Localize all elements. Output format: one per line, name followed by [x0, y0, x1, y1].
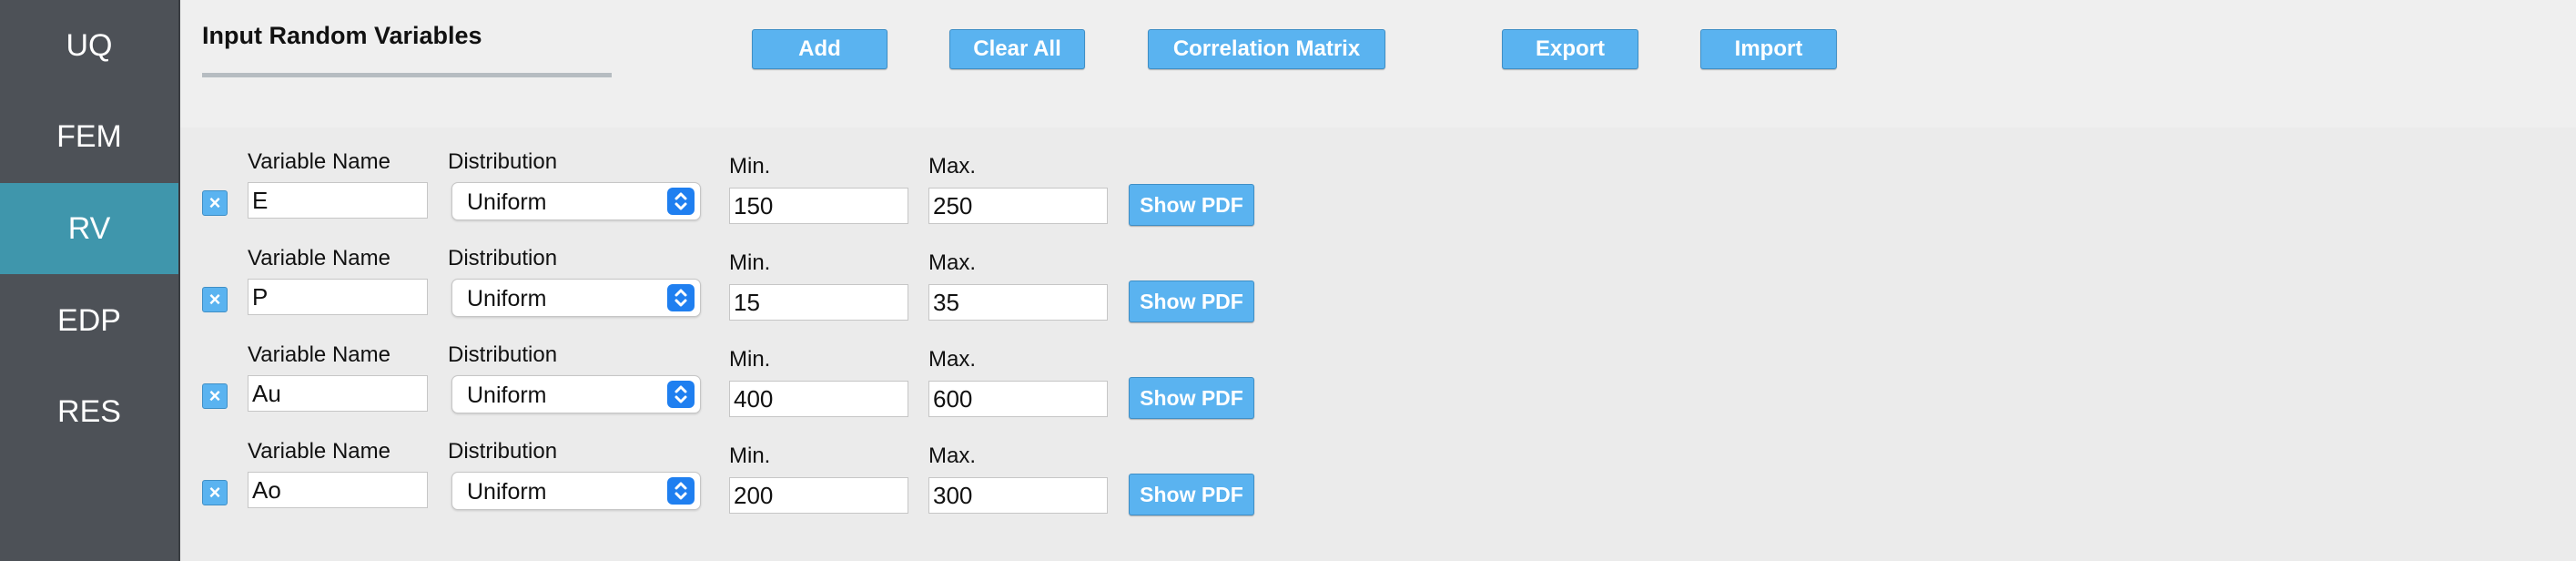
min-label: Min.	[729, 444, 771, 468]
random-variable-row: × Variable Name Distribution Uniform Min…	[180, 224, 2576, 322]
random-variable-row: × Variable Name Distribution Uniform Min…	[180, 417, 2576, 515]
min-input[interactable]	[729, 477, 908, 514]
export-button[interactable]: Export	[1502, 29, 1638, 69]
variable-name-label: Variable Name	[248, 342, 390, 367]
distribution-value: Uniform	[467, 189, 547, 215]
close-icon: ×	[208, 191, 221, 214]
up-down-chevron-icon	[667, 188, 695, 215]
min-input[interactable]	[729, 284, 908, 321]
clear-all-button[interactable]: Clear All	[949, 29, 1085, 69]
title-underline	[202, 73, 612, 77]
variable-name-label: Variable Name	[248, 439, 390, 464]
sidebar-item-res[interactable]: RES	[0, 366, 178, 457]
up-down-chevron-icon	[667, 284, 695, 311]
distribution-select[interactable]: Uniform	[451, 375, 701, 413]
delete-variable-button[interactable]: ×	[202, 383, 228, 409]
min-input[interactable]	[729, 381, 908, 417]
max-label: Max.	[928, 250, 977, 275]
max-input[interactable]	[928, 284, 1108, 321]
variable-name-input[interactable]	[248, 182, 428, 219]
show-pdf-button[interactable]: Show PDF	[1129, 377, 1254, 419]
distribution-label: Distribution	[448, 342, 558, 367]
sidebar-item-label: RV	[67, 210, 111, 246]
page-title: Input Random Variables	[202, 22, 482, 49]
close-icon: ×	[208, 288, 221, 311]
show-pdf-button[interactable]: Show PDF	[1129, 474, 1254, 515]
distribution-label: Distribution	[448, 149, 558, 174]
sidebar-item-rv[interactable]: RV	[0, 183, 178, 274]
distribution-select[interactable]: Uniform	[451, 182, 701, 220]
distribution-label: Distribution	[448, 439, 558, 464]
min-label: Min.	[729, 250, 771, 275]
import-button[interactable]: Import	[1700, 29, 1837, 69]
sidebar-item-label: RES	[57, 393, 121, 429]
close-icon: ×	[208, 481, 221, 504]
show-pdf-button[interactable]: Show PDF	[1129, 280, 1254, 322]
min-label: Min.	[729, 347, 771, 372]
header: Input Random Variables Add Clear All Cor…	[180, 0, 2576, 128]
random-variable-list: × Variable Name Distribution Uniform Min…	[180, 128, 2576, 561]
variable-name-label: Variable Name	[248, 149, 390, 174]
max-label: Max.	[928, 444, 977, 468]
variable-name-label: Variable Name	[248, 246, 390, 270]
sidebar-item-label: UQ	[66, 27, 113, 63]
distribution-value: Uniform	[467, 286, 547, 311]
sidebar-item-label: FEM	[56, 118, 122, 154]
add-button[interactable]: Add	[752, 29, 887, 69]
sidebar-item-edp[interactable]: EDP	[0, 275, 178, 366]
delete-variable-button[interactable]: ×	[202, 480, 228, 505]
random-variable-row: × Variable Name Distribution Uniform Min…	[180, 321, 2576, 419]
min-label: Min.	[729, 154, 771, 178]
distribution-value: Uniform	[467, 382, 547, 408]
close-icon: ×	[208, 384, 221, 407]
delete-variable-button[interactable]: ×	[202, 287, 228, 312]
distribution-select[interactable]: Uniform	[451, 472, 701, 510]
delete-variable-button[interactable]: ×	[202, 190, 228, 216]
show-pdf-button[interactable]: Show PDF	[1129, 184, 1254, 226]
max-label: Max.	[928, 347, 977, 372]
sidebar-item-uq[interactable]: UQ	[0, 0, 178, 91]
max-input[interactable]	[928, 381, 1108, 417]
max-input[interactable]	[928, 477, 1108, 514]
up-down-chevron-icon	[667, 477, 695, 505]
max-label: Max.	[928, 154, 977, 178]
sidebar: UQ FEM RV EDP RES	[0, 0, 180, 561]
variable-name-input[interactable]	[248, 472, 428, 508]
up-down-chevron-icon	[667, 381, 695, 408]
distribution-label: Distribution	[448, 246, 558, 270]
variable-name-input[interactable]	[248, 279, 428, 315]
distribution-value: Uniform	[467, 479, 547, 505]
sidebar-item-label: EDP	[57, 302, 121, 338]
distribution-select[interactable]: Uniform	[451, 279, 701, 317]
min-input[interactable]	[729, 188, 908, 224]
variable-name-input[interactable]	[248, 375, 428, 412]
sidebar-item-fem[interactable]: FEM	[0, 91, 178, 182]
random-variable-row: × Variable Name Distribution Uniform Min…	[180, 128, 2576, 226]
correlation-matrix-button[interactable]: Correlation Matrix	[1148, 29, 1385, 69]
max-input[interactable]	[928, 188, 1108, 224]
